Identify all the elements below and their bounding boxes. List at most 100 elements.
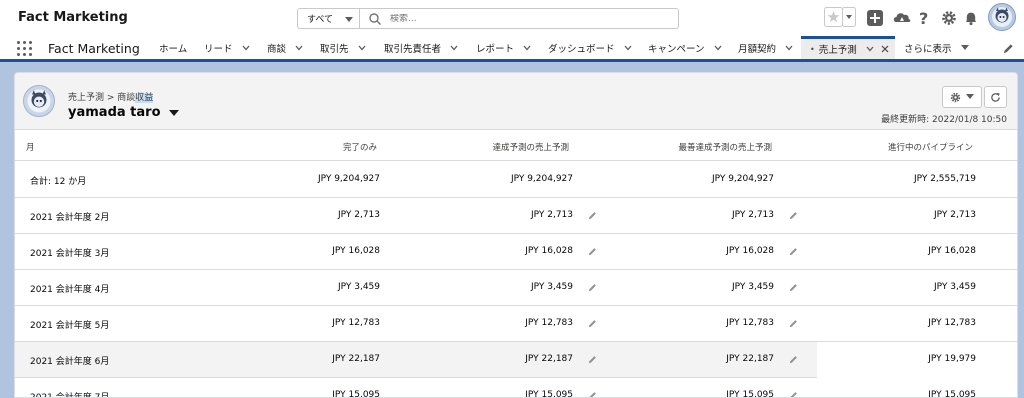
cell-best-case[interactable]: JPY 15,095 <box>614 390 774 397</box>
row-month: 合計: 12 か月 <box>30 177 87 187</box>
chevron-down-icon[interactable] <box>785 45 793 51</box>
global-header: Fact Marketing すべて 検索... ? <box>0 0 1024 36</box>
pencil-edit-icon[interactable] <box>588 211 597 220</box>
cell-commit[interactable]: JPY 22,187 <box>413 354 573 364</box>
chevron-down-icon[interactable] <box>358 45 366 51</box>
column-header-best-case[interactable]: 最善達成予測の売上予測 <box>678 141 772 153</box>
nav-item-label: ホーム <box>159 43 188 55</box>
cell-closed: JPY 3,459 <box>337 282 380 292</box>
pencil-edit-icon[interactable] <box>789 283 798 292</box>
cell-pipeline: JPY 2,713 <box>933 210 976 220</box>
close-tab-icon[interactable] <box>881 45 889 53</box>
pencil-edit-icon[interactable] <box>789 391 798 398</box>
user-avatar[interactable] <box>988 3 1016 31</box>
row-month: 2021 会計年度 5月 <box>30 321 110 331</box>
pencil-edit-icon[interactable] <box>789 211 798 220</box>
cell-closed: JPY 16,028 <box>332 246 380 256</box>
pencil-edit-icon[interactable] <box>588 355 597 364</box>
search-icon <box>369 12 381 25</box>
app-navigation-bar: Fact Marketing ホーム リード 商談 取引先 取引先責任者 レポー… <box>0 36 1024 62</box>
cell-closed: JPY 2,713 <box>337 210 380 220</box>
cell-best-case[interactable]: JPY 12,783 <box>614 318 774 328</box>
nav-tab-forecasts-active[interactable]: • 売上予測 <box>801 36 895 59</box>
cell-best-case[interactable]: JPY 3,459 <box>614 282 774 292</box>
pencil-edit-icon[interactable] <box>789 319 798 328</box>
search-scope-label: すべて <box>307 15 334 25</box>
nav-item-label: リード <box>204 43 233 55</box>
chevron-down-icon[interactable] <box>295 45 303 51</box>
nav-item-dashboards[interactable]: ダッシュボード <box>548 36 632 59</box>
refresh-button[interactable] <box>984 86 1007 108</box>
nav-item-label: 月額契約 <box>738 43 777 55</box>
row-month: 2021 会計年度 2月 <box>30 213 110 223</box>
caret-down-icon <box>168 109 179 116</box>
nav-item-label: ダッシュボード <box>548 43 615 55</box>
row-month: 2021 会計年度 6月 <box>30 357 110 367</box>
cell-closed: JPY 9,204,927 <box>317 174 380 184</box>
cell-closed: JPY 12,783 <box>332 318 380 328</box>
cell-commit[interactable]: JPY 12,783 <box>413 318 573 328</box>
cell-best-case[interactable]: JPY 2,713 <box>614 210 774 220</box>
table-row-total: 合計: 12 か月 JPY 9,204,927 JPY 9,204,927 JP… <box>15 162 1017 198</box>
app-brand: Fact Marketing <box>18 10 128 25</box>
pencil-edit-icon[interactable] <box>789 247 798 256</box>
chevron-down-icon[interactable] <box>866 46 874 52</box>
pencil-edit-icon[interactable] <box>588 319 597 328</box>
nav-item-label: さらに表示 <box>904 43 952 55</box>
setup-gear-icon[interactable] <box>941 10 957 26</box>
chevron-down-icon[interactable] <box>242 45 250 51</box>
search-scope-select[interactable]: すべて <box>298 9 360 28</box>
table-row: 2021 会計年度 2月 JPY 2,713 JPY 2,713 JPY 2,7… <box>15 198 1017 234</box>
nav-item-leads[interactable]: リード <box>204 36 250 59</box>
cell-commit[interactable]: JPY 2,713 <box>413 210 573 220</box>
nav-item-accounts[interactable]: 取引先 <box>320 36 366 59</box>
nav-item-opportunities[interactable]: 商談 <box>267 36 303 59</box>
chevron-down-icon[interactable] <box>624 45 632 51</box>
cell-commit[interactable]: JPY 15,095 <box>413 390 573 397</box>
owner-avatar <box>23 85 55 117</box>
cell-best-case: JPY 9,204,927 <box>711 174 774 184</box>
chevron-down-icon[interactable] <box>523 45 531 51</box>
cell-commit[interactable]: JPY 16,028 <box>413 246 573 256</box>
pencil-edit-icon[interactable] <box>588 247 597 256</box>
trailhead-icon[interactable] <box>892 9 912 27</box>
chevron-down-icon <box>345 17 353 22</box>
pencil-edit-icon[interactable] <box>789 355 798 364</box>
chevron-down-icon[interactable] <box>450 45 458 51</box>
gear-icon <box>950 92 961 102</box>
chevron-down-icon[interactable] <box>714 45 722 51</box>
nav-item-reports[interactable]: レポート <box>476 36 531 59</box>
edit-nav-pencil-icon[interactable] <box>1003 43 1014 54</box>
nav-item-home[interactable]: ホーム <box>159 36 187 59</box>
cell-commit[interactable]: JPY 3,459 <box>413 282 573 292</box>
nav-item-label: キャンペーン <box>648 43 705 55</box>
app-launcher-icon[interactable] <box>17 41 33 57</box>
nav-item-subscriptions[interactable]: 月額契約 <box>738 36 793 59</box>
notifications-bell-icon[interactable] <box>963 10 979 26</box>
last-updated: 最終更新時: 2022/01/8 10:50 <box>881 115 1007 125</box>
nav-item-label: 取引先責任者 <box>384 43 442 55</box>
column-header-pipeline[interactable]: 進行中のパイプライン <box>888 141 973 153</box>
column-header-month[interactable]: 月 <box>26 141 35 153</box>
pencil-edit-icon[interactable] <box>588 283 597 292</box>
caret-down-icon <box>960 44 969 50</box>
add-icon[interactable] <box>867 10 883 26</box>
nav-item-label: 取引先 <box>320 43 349 55</box>
search-input[interactable] <box>390 13 670 24</box>
forecast-header: 売上予測 > 商談収益 yamada taro 最終更新時: 2022/01/8… <box>15 73 1017 130</box>
cell-best-case[interactable]: JPY 16,028 <box>614 246 774 256</box>
table-row: 2021 会計年度 4月 JPY 3,459 JPY 3,459 JPY 3,4… <box>15 270 1017 306</box>
table-row-hovered: 2021 会計年度 6月 JPY 22,187 JPY 22,187 JPY 2… <box>15 342 1017 378</box>
nav-item-contacts[interactable]: 取引先責任者 <box>384 36 458 59</box>
table-row: 2021 会計年度 3月 JPY 16,028 JPY 16,028 JPY 1… <box>15 234 1017 270</box>
nav-item-campaigns[interactable]: キャンペーン <box>648 36 722 59</box>
pencil-edit-icon[interactable] <box>588 391 597 398</box>
column-header-closed[interactable]: 完了のみ <box>343 141 377 153</box>
favorites-button[interactable] <box>824 7 857 27</box>
settings-menu-button[interactable] <box>942 86 982 108</box>
cell-best-case[interactable]: JPY 22,187 <box>614 354 774 364</box>
column-header-commit[interactable]: 達成予測の売上予測 <box>492 141 569 153</box>
nav-more-menu[interactable]: さらに表示 <box>904 36 969 59</box>
help-icon[interactable]: ? <box>918 9 932 27</box>
forecast-owner-switcher[interactable]: yamada taro <box>68 105 179 120</box>
